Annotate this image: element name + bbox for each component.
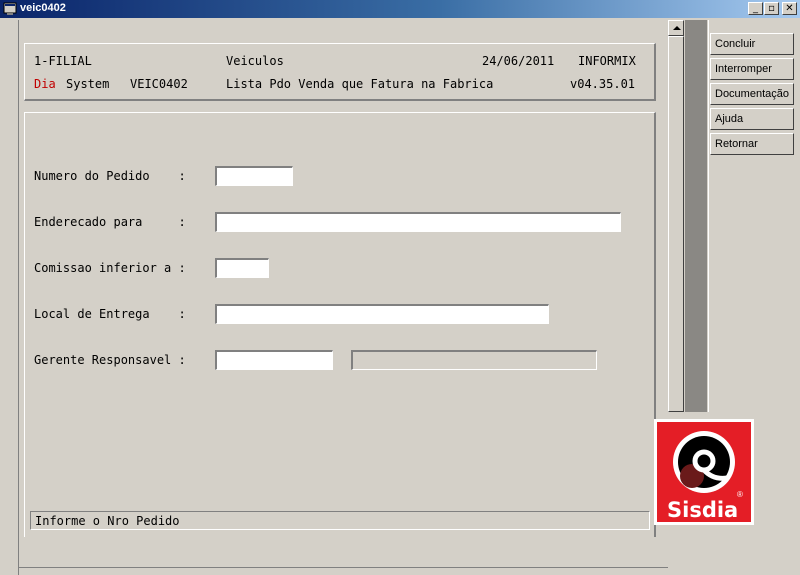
interromper-button[interactable]: Interromper xyxy=(710,58,794,80)
date-label: 24/06/2011 xyxy=(482,54,555,68)
local-input[interactable] xyxy=(215,304,549,324)
local-label: Local de Entrega : xyxy=(34,307,186,321)
retornar-button[interactable]: Retornar xyxy=(710,133,794,155)
comissao-input[interactable] xyxy=(215,258,269,278)
header-panel xyxy=(24,43,656,101)
window-title: veic0402 xyxy=(20,2,66,14)
app-icon xyxy=(3,2,17,15)
bottom-divider xyxy=(18,567,668,568)
restore-button[interactable]: ▫ xyxy=(764,2,779,15)
separator-strip xyxy=(685,20,707,412)
database-label: INFORMIX xyxy=(578,54,636,68)
gerente-input[interactable] xyxy=(215,350,333,370)
sisdia-logo: Sisdia ® xyxy=(654,419,754,525)
filial-label: 1-FILIAL xyxy=(34,54,92,68)
gerente-label: Gerente Responsavel : xyxy=(34,353,186,367)
ajuda-button[interactable]: Ajuda xyxy=(710,108,794,130)
program-code: VEIC0402 xyxy=(130,77,188,91)
scroll-thumb[interactable] xyxy=(668,36,684,412)
module-title: Veiculos xyxy=(226,54,284,68)
endereco-label: Enderecado para : xyxy=(34,215,186,229)
endereco-input[interactable] xyxy=(215,212,621,232)
pedido-input[interactable] xyxy=(215,166,293,186)
logo-text: Sisdia xyxy=(667,498,739,522)
pedido-label: Numero do Pedido : xyxy=(34,169,186,183)
title-bar: veic0402 _ ▫ ✕ xyxy=(0,0,800,18)
scroll-up-button[interactable] xyxy=(668,20,684,36)
documentacao-button[interactable]: Documentação xyxy=(710,83,794,105)
concluir-button[interactable]: Concluir xyxy=(710,33,794,55)
brand-system: System xyxy=(66,77,110,91)
version-label: v04.35.01 xyxy=(570,77,636,91)
comissao-label: Comissao inferior a : xyxy=(34,261,186,275)
brand-dia: Dia xyxy=(34,77,56,91)
status-message: Informe o Nro Pedido xyxy=(35,514,180,528)
gerente-description-field xyxy=(351,350,597,370)
registered-mark: ® xyxy=(737,490,743,499)
vertical-scrollbar[interactable] xyxy=(668,20,684,412)
close-button[interactable]: ✕ xyxy=(782,2,797,15)
program-description: Lista Pdo Venda que Fatura na Fabrica xyxy=(226,77,494,91)
minimize-button[interactable]: _ xyxy=(748,2,763,15)
status-bar: Informe o Nro Pedido xyxy=(30,511,650,530)
